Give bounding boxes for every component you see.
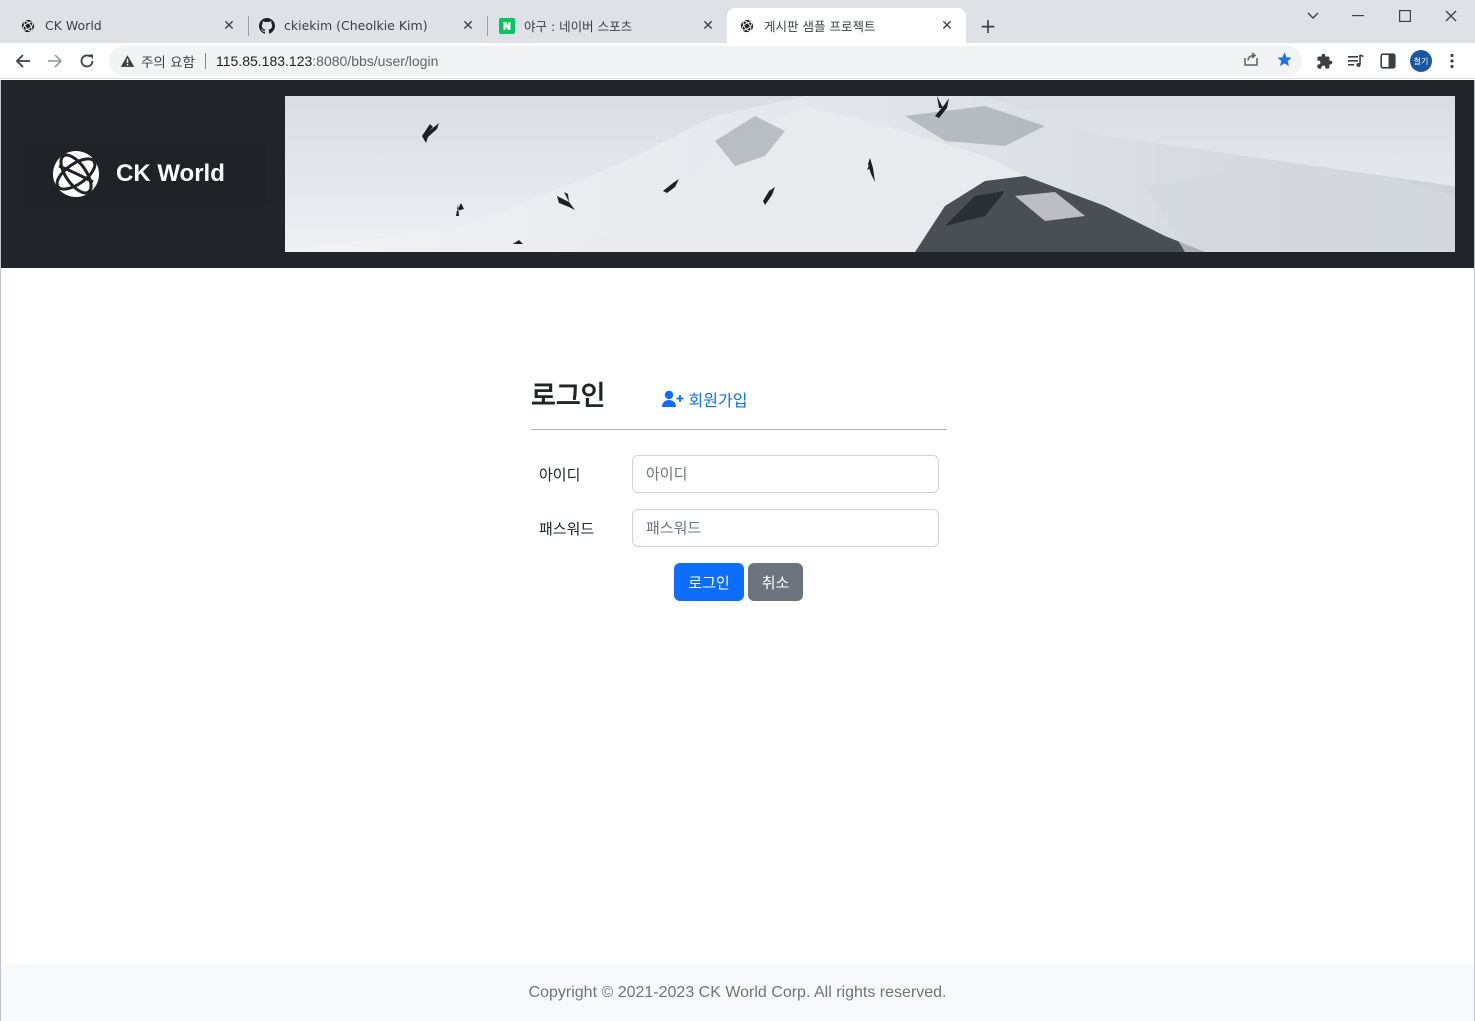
browser-tab-active[interactable]: 게시판 샘플 프로젝트 ✕ [727,8,966,43]
kebab-menu-icon[interactable] [1442,51,1462,71]
password-label: 패스워드 [539,520,595,538]
globe-icon [739,18,755,34]
login-submit-button[interactable]: 로그인 [674,563,744,601]
tab-close-icon[interactable]: ✕ [699,17,717,35]
form-buttons: 로그인 취소 [674,563,803,601]
back-button[interactable] [11,49,35,73]
url-text[interactable]: 115.85.183.123:8080/bbs/user/login [216,53,438,69]
address-bar[interactable]: 주의 요함 115.85.183.123:8080/bbs/user/login [109,46,1302,76]
signup-link[interactable]: 회원가입 [661,387,748,411]
tab-close-icon[interactable]: ✕ [459,17,477,35]
tab-search-icon[interactable] [1301,4,1325,28]
new-tab-button[interactable]: + [976,14,1000,38]
web-page: CK World 로그인 회원가입 아이디 아이디 패스워드 로그인 취소 Co… [0,80,1475,1021]
url-host: 115.85.183.123 [215,53,313,69]
github-icon [259,17,275,34]
naver-icon [499,17,515,34]
share-icon[interactable] [1242,50,1260,68]
login-header: 로그인 회원가입 [531,370,947,430]
cancel-button[interactable]: 취소 [748,563,803,601]
tab-close-icon[interactable]: ✕ [220,17,238,35]
globe-icon [20,18,36,34]
login-form: 로그인 회원가입 아이디 패스워드 로그인 취소 [531,370,947,601]
site-header: CK World [1,80,1474,268]
copyright-text: Copyright © 2021-2023 CK World Corp. All… [528,983,947,1001]
login-title: 로그인 [531,381,606,412]
tab-title: 게시판 샘플 프로젝트 [764,19,876,34]
browser-tabstrip: CK World ✕ ckiekim (Cheolkie Kim) ✕ 야구 :… [0,0,1475,43]
profile-avatar[interactable]: 철기 [1410,50,1432,72]
id-input[interactable] [632,455,939,493]
url-path: :8080/bbs/user/login [312,53,439,69]
reload-button[interactable] [75,49,99,73]
site-brand[interactable]: CK World [25,144,267,204]
browser-toolbar: 주의 요함 115.85.183.123:8080/bbs/user/login… [0,43,1475,79]
media-control-icon[interactable] [1346,51,1366,71]
tab-title: 야구 : 네이버 스포츠 [524,19,633,34]
arrow-right-icon [48,54,63,68]
banner-image [285,96,1455,252]
password-input[interactable] [632,509,939,547]
arrow-left-icon [15,54,30,68]
reload-icon [80,54,94,68]
id-label: 아이디 [539,466,581,484]
tab-close-icon[interactable]: ✕ [938,17,956,35]
browser-tab-naver-sports[interactable]: 야구 : 네이버 스포츠 ✕ [487,8,727,43]
site-footer: Copyright © 2021-2023 CK World Corp. All… [1,964,1474,1021]
omnibox-divider [204,53,206,69]
security-label[interactable]: 주의 요함 [141,51,195,71]
minimize-icon[interactable] [1346,4,1370,28]
globe-logo-icon [53,151,99,197]
signup-label: 회원가입 [688,391,748,410]
tab-title: ckiekim (Cheolkie Kim) [284,18,428,33]
warning-icon[interactable] [120,54,135,68]
forward-button[interactable] [43,49,67,73]
brand-name: CK World [116,160,225,187]
extensions-icon[interactable] [1314,51,1334,71]
bookmark-star-icon[interactable] [1275,50,1293,68]
person-plus-icon [661,390,684,407]
id-row: 아이디 [531,455,947,493]
tab-title: CK World [45,18,102,33]
browser-tab-github[interactable]: ckiekim (Cheolkie Kim) ✕ [248,8,487,43]
side-panel-icon[interactable] [1378,51,1398,71]
close-window-icon[interactable] [1439,4,1463,28]
browser-tab-ck-world[interactable]: CK World ✕ [0,8,248,43]
snowy-mountain-birds-image [285,96,1455,252]
password-row: 패스워드 [531,509,947,547]
maximize-icon[interactable] [1393,4,1417,28]
